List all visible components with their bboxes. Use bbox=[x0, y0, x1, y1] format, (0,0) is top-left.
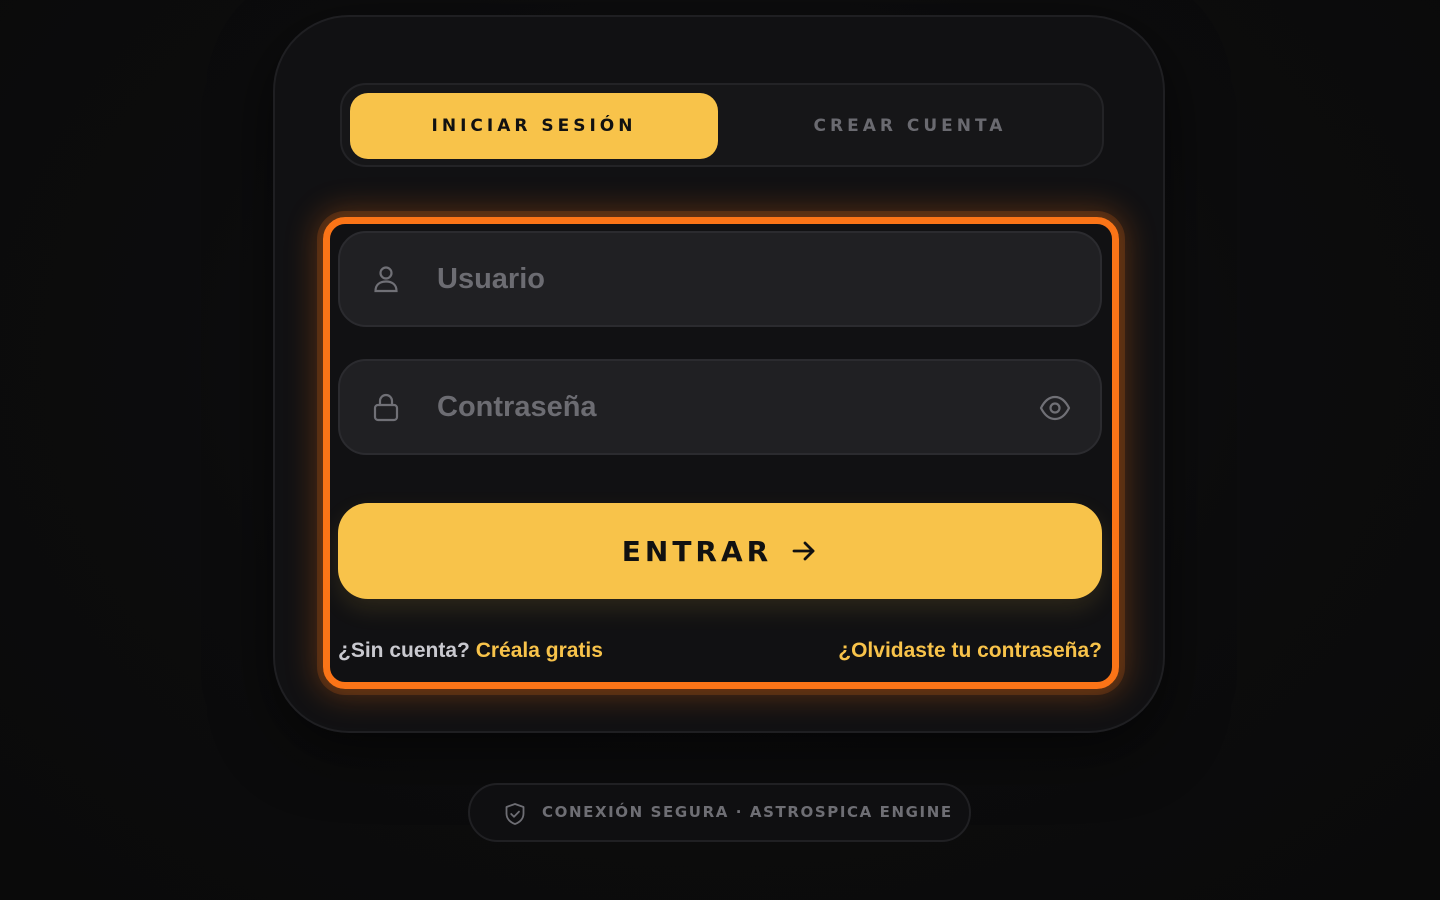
username-placeholder: Usuario bbox=[437, 263, 545, 295]
arrow-right-icon bbox=[792, 541, 815, 561]
submit-button[interactable]: ENTRAR bbox=[338, 503, 1102, 599]
submit-label: ENTRAR bbox=[621, 534, 773, 568]
shield-check-icon bbox=[505, 803, 525, 825]
login-form: Usuario Contraseña ENTRAR ¿Sin cuenta? C… bbox=[273, 15, 1165, 733]
secure-connection-badge: CONEXIÓN SEGURA · ASTROSPICA ENGINE bbox=[468, 783, 971, 842]
user-icon bbox=[374, 266, 398, 293]
signup-prompt: ¿Sin cuenta? Créala gratis bbox=[338, 639, 603, 663]
username-field[interactable]: Usuario bbox=[338, 231, 1102, 327]
secure-connection-text: CONEXIÓN SEGURA · ASTROSPICA ENGINE bbox=[542, 803, 953, 821]
password-placeholder: Contraseña bbox=[437, 391, 597, 423]
forgot-password-link[interactable]: ¿Olvidaste tu contraseña? bbox=[838, 639, 1102, 663]
create-account-link[interactable]: Créala gratis bbox=[476, 639, 603, 662]
lock-icon bbox=[373, 393, 399, 422]
form-links: ¿Sin cuenta? Créala gratis ¿Olvidaste tu… bbox=[338, 639, 1102, 669]
password-field[interactable]: Contraseña bbox=[338, 359, 1102, 455]
no-account-text: ¿Sin cuenta? bbox=[338, 639, 470, 662]
eye-icon[interactable] bbox=[1038, 391, 1072, 425]
